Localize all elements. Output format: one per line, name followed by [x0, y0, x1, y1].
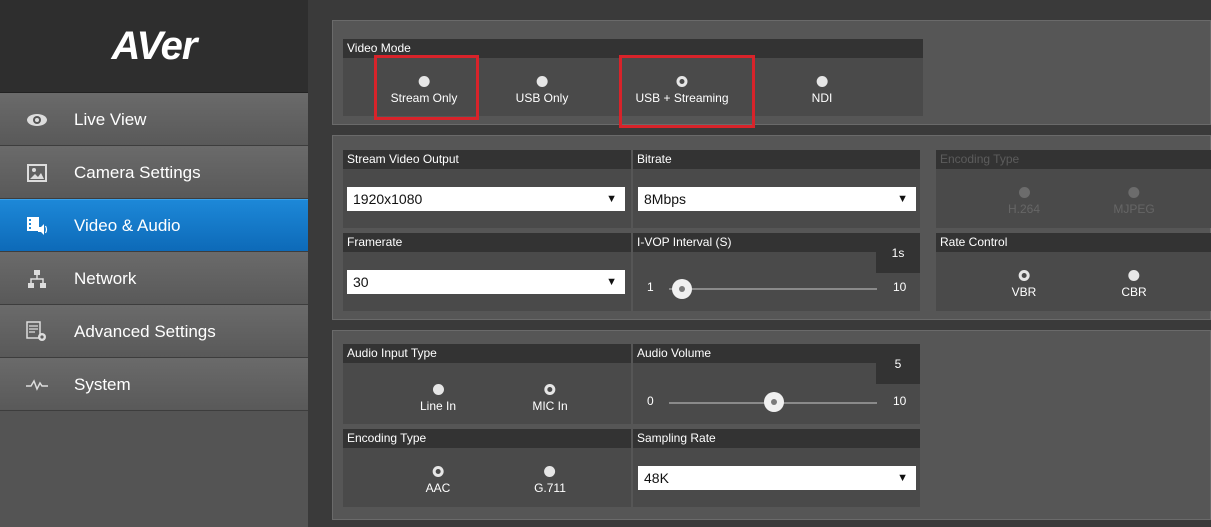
radio-label: G.711 [534, 481, 566, 495]
sampling-rate-title: Sampling Rate [633, 429, 920, 448]
audio-volume-group: Audio Volume 5 0 10 [633, 344, 920, 424]
main-content: Video Mode Stream Only USB Only USB + St… [308, 0, 1211, 527]
select-value: 30 [353, 274, 369, 290]
audio-encoding-g711[interactable]: G.711 [534, 466, 566, 495]
rate-control-vbr[interactable]: VBR [1011, 270, 1037, 299]
ivop-slider-thumb[interactable] [672, 279, 692, 299]
radio-dot-selected [432, 466, 444, 477]
sidebar-item-video-audio[interactable]: Video & Audio [0, 199, 308, 252]
radio-label: MIC In [532, 399, 568, 413]
stream-video-output-select[interactable]: 1920x1080 ▼ [347, 187, 625, 211]
framerate-group: Framerate 30 ▼ [343, 233, 631, 311]
radio-label: NDI [811, 91, 833, 105]
ivop-interval-group: I-VOP Interval (S) 1s 1 10 [633, 233, 920, 311]
advanced-settings-icon [26, 320, 48, 343]
audio-volume-slider-thumb[interactable] [764, 392, 784, 412]
radio-dot-selected [544, 384, 556, 395]
radio-label: VBR [1011, 285, 1037, 299]
dropdown-arrow-icon: ▼ [606, 276, 617, 288]
radio-label: USB Only [515, 91, 569, 105]
sidebar-item-camera-settings[interactable]: Camera Settings [0, 146, 308, 199]
video-audio-icon [26, 215, 48, 237]
slider-min-label: 0 [647, 394, 654, 408]
rate-control-title: Rate Control [936, 233, 1211, 252]
stream-video-output-group: Stream Video Output 1920x1080 ▼ [343, 150, 631, 228]
video-mode-panel: Video Mode Stream Only USB Only USB + St… [332, 20, 1211, 128]
sidebar-item-label: Network [74, 268, 137, 288]
bitrate-select[interactable]: 8Mbps ▼ [638, 187, 916, 211]
select-value: 1920x1080 [353, 191, 423, 207]
dropdown-arrow-icon: ▼ [606, 193, 617, 205]
sidebar: AVer Live View Camera Settings Video & A… [0, 0, 308, 527]
encoding-mjpeg[interactable]: MJPEG [1113, 187, 1155, 216]
audio-encoding-aac[interactable]: AAC [425, 466, 451, 495]
sidebar-item-advanced-settings[interactable]: Advanced Settings [0, 305, 308, 358]
rate-control-group: Rate Control VBR CBR [936, 233, 1211, 311]
sampling-rate-select[interactable]: 48K ▼ [638, 466, 916, 490]
sidebar-item-network[interactable]: Network [0, 252, 308, 305]
audio-input-mic-in[interactable]: MIC In [532, 384, 568, 413]
sidebar-item-label: Video & Audio [74, 215, 181, 235]
ivop-interval-value: 1s [876, 233, 920, 273]
audio-volume-value: 5 [876, 344, 920, 384]
sidebar-item-system[interactable]: System [0, 358, 308, 411]
audio-settings-panel: Audio Input Type Line In MIC In Audio Vo… [332, 330, 1211, 520]
bitrate-title: Bitrate [633, 150, 920, 169]
audio-input-type-title: Audio Input Type [343, 344, 631, 363]
radio-dot [536, 76, 548, 87]
video-mode-usb-only[interactable]: USB Only [515, 76, 569, 105]
pulse-icon [26, 374, 48, 396]
video-encoding-type-title: Encoding Type [936, 150, 1211, 169]
logo-area: AVer [0, 0, 308, 93]
video-encoding-type-group: Encoding Type H.264 MJPEG [936, 150, 1211, 228]
radio-dot [432, 384, 444, 395]
rate-control-cbr[interactable]: CBR [1121, 270, 1147, 299]
sampling-rate-group: Sampling Rate 48K ▼ [633, 429, 920, 507]
network-icon [26, 268, 48, 290]
radio-label: AAC [425, 481, 451, 495]
sidebar-item-label: Live View [74, 109, 147, 129]
radio-dot [816, 76, 828, 87]
radio-label: MJPEG [1113, 202, 1155, 216]
select-value: 8Mbps [644, 191, 687, 207]
sidebar-item-label: Camera Settings [74, 162, 201, 182]
radio-label: CBR [1121, 285, 1147, 299]
slider-max-label: 10 [893, 280, 907, 294]
video-settings-panel: Stream Video Output 1920x1080 ▼ Bitrate … [332, 135, 1211, 320]
highlight-box-usb-streaming [619, 55, 755, 128]
slider-max-label: 10 [893, 394, 907, 408]
sidebar-item-label: Advanced Settings [74, 321, 216, 341]
radio-dot-disabled [1128, 187, 1140, 198]
radio-label: H.264 [1007, 202, 1041, 216]
radio-dot-selected [1018, 270, 1030, 281]
dropdown-arrow-icon: ▼ [897, 472, 908, 484]
highlight-box-stream-only [374, 55, 479, 120]
slider-min-label: 1 [647, 280, 654, 294]
encoding-h264[interactable]: H.264 [1008, 187, 1040, 216]
eye-icon [26, 109, 48, 131]
ivop-slider-track[interactable] [669, 288, 877, 290]
stream-video-output-title: Stream Video Output [343, 150, 631, 169]
radio-dot-disabled [1018, 187, 1030, 198]
video-mode-ndi[interactable]: NDI [811, 76, 833, 105]
dropdown-arrow-icon: ▼ [897, 193, 908, 205]
audio-encoding-type-group: Encoding Type AAC G.711 [343, 429, 631, 507]
audio-input-type-group: Audio Input Type Line In MIC In [343, 344, 631, 424]
framerate-select[interactable]: 30 ▼ [347, 270, 625, 294]
aver-logo: AVer [111, 23, 198, 68]
radio-dot [544, 466, 556, 477]
bitrate-group: Bitrate 8Mbps ▼ [633, 150, 920, 228]
radio-label: Line In [419, 399, 457, 413]
audio-input-line-in[interactable]: Line In [420, 384, 456, 413]
image-icon [26, 162, 48, 184]
framerate-title: Framerate [343, 233, 631, 252]
sidebar-item-live-view[interactable]: Live View [0, 93, 308, 146]
select-value: 48K [644, 470, 669, 486]
sidebar-item-label: System [74, 374, 131, 394]
audio-encoding-type-title: Encoding Type [343, 429, 631, 448]
radio-dot [1128, 270, 1140, 281]
